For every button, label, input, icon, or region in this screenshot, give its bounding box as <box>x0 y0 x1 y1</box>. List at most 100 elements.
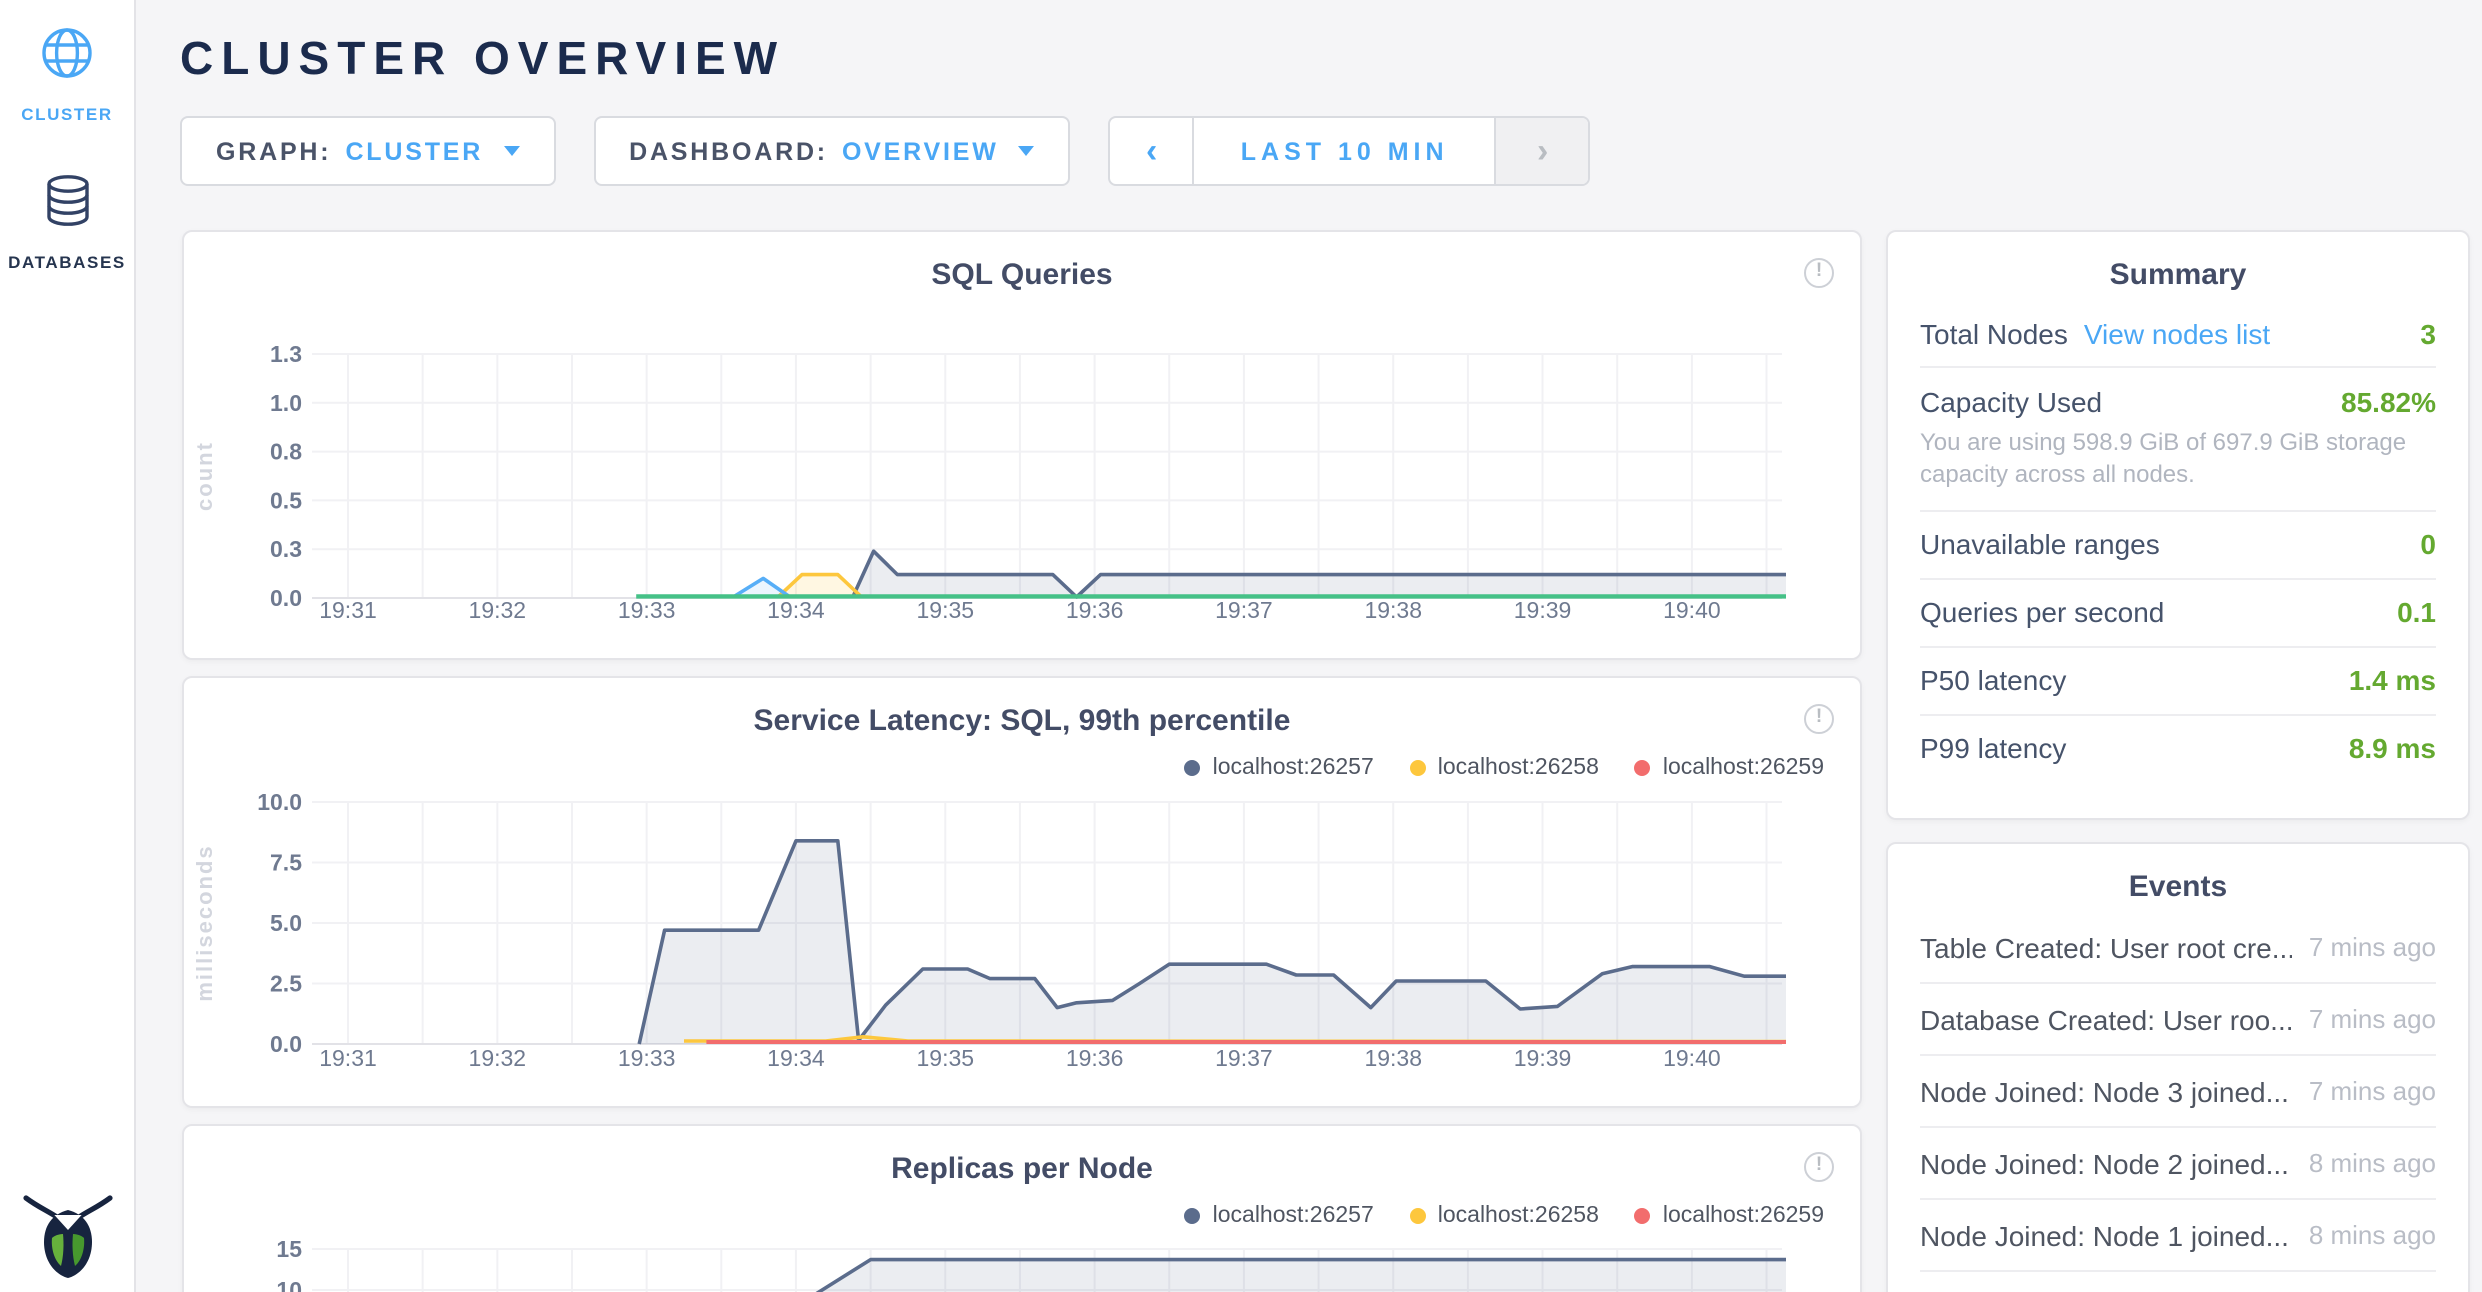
legend-dot-icon <box>1635 760 1651 776</box>
database-icon <box>41 174 93 238</box>
svg-text:19:35: 19:35 <box>916 597 974 623</box>
summary-panel: Summary Total Nodes View nodes list 3 Ca… <box>1886 230 2470 820</box>
svg-text:0.3: 0.3 <box>270 536 302 562</box>
events-title: Events <box>1888 870 2468 904</box>
chevron-down-icon <box>1019 146 1035 156</box>
time-window-range-button[interactable]: LAST 10 MIN <box>1193 118 1497 184</box>
svg-text:19:34: 19:34 <box>767 597 825 623</box>
event-row[interactable]: Node Joined: Node 1 joined... 8 mins ago <box>1920 1200 2436 1272</box>
event-text: Node Joined: Node 3 joined... <box>1920 1075 2289 1107</box>
replicas-per-node-chart: 151019:3119:3219:3319:3419:3519:3619:371… <box>184 1234 1864 1292</box>
sidebar-item-databases[interactable]: DATABASES <box>0 174 134 272</box>
events-body: Table Created: User root cre... 7 mins a… <box>1888 912 2468 1272</box>
svg-text:0.8: 0.8 <box>270 439 302 465</box>
page-title: CLUSTER OVERVIEW <box>180 32 785 86</box>
summary-row-queries-per-second: Queries per second 0.1 <box>1920 578 2436 646</box>
event-row[interactable]: Node Joined: Node 3 joined... 7 mins ago <box>1920 1056 2436 1128</box>
summary-row-label: Capacity Used <box>1920 385 2102 417</box>
svg-text:19:34: 19:34 <box>767 1045 825 1071</box>
svg-text:19:31: 19:31 <box>319 597 377 623</box>
event-row[interactable]: Database Created: User roo... 7 mins ago <box>1920 984 2436 1056</box>
svg-text:0.0: 0.0 <box>270 1031 302 1057</box>
chevron-right-icon: › <box>1537 131 1548 171</box>
info-icon[interactable]: ! <box>1804 258 1834 288</box>
svg-text:10.0: 10.0 <box>257 789 302 815</box>
event-row[interactable]: Node Joined: Node 2 joined... 8 mins ago <box>1920 1128 2436 1200</box>
summary-row-total-nodes: Total Nodes View nodes list 3 <box>1920 300 2436 366</box>
summary-row-value: 8.9 ms <box>2349 733 2436 765</box>
svg-text:19:37: 19:37 <box>1215 1045 1273 1071</box>
dashboard-dropdown[interactable]: DASHBOARD: OVERVIEW <box>593 116 1071 186</box>
svg-text:19:36: 19:36 <box>1066 597 1124 623</box>
svg-text:19:37: 19:37 <box>1215 597 1273 623</box>
summary-row-p99-latency: P99 latency 8.9 ms <box>1920 714 2436 782</box>
view-nodes-list-link[interactable]: View nodes list <box>2084 317 2270 349</box>
legend-label: localhost:26257 <box>1213 756 1374 780</box>
summary-row-label: Total Nodes View nodes list <box>1920 317 2270 349</box>
svg-text:19:32: 19:32 <box>469 1045 527 1071</box>
summary-label-text: Total Nodes <box>1920 317 2068 349</box>
time-window-prev-button[interactable]: ‹ <box>1111 118 1193 184</box>
sidebar-item-label: CLUSTER <box>21 104 113 124</box>
sidebar-item-label: DATABASES <box>8 252 126 272</box>
legend-label: localhost:26259 <box>1663 756 1824 780</box>
sql-queries-chart: 0.00.30.50.81.01.319:3119:3219:3319:3419… <box>184 286 1864 662</box>
summary-body: Total Nodes View nodes list 3 Capacity U… <box>1888 300 2468 782</box>
info-icon[interactable]: ! <box>1804 704 1834 734</box>
info-icon[interactable]: ! <box>1804 1152 1834 1182</box>
sidebar-item-cluster[interactable]: CLUSTER <box>0 26 134 124</box>
summary-row-value: 0.1 <box>2397 597 2436 629</box>
events-panel: Events Table Created: User root cre... 7… <box>1886 842 2470 1292</box>
svg-text:19:39: 19:39 <box>1514 597 1572 623</box>
service-latency-chart: 0.02.55.07.510.019:3119:3219:3319:3419:3… <box>184 786 1864 1110</box>
graph-dropdown-value: CLUSTER <box>345 137 483 165</box>
svg-text:0.5: 0.5 <box>270 487 302 513</box>
legend-item: localhost:26259 <box>1635 756 1824 780</box>
summary-row-value: 3 <box>2420 317 2436 349</box>
chevron-down-icon <box>503 146 519 156</box>
event-text: Table Created: User root cre... <box>1920 931 2293 963</box>
summary-row-unavailable-ranges: Unavailable ranges 0 <box>1920 510 2436 578</box>
event-timestamp: 8 mins ago <box>2309 1148 2436 1178</box>
event-timestamp: 7 mins ago <box>2309 1076 2436 1106</box>
event-timestamp: 7 mins ago <box>2309 932 2436 962</box>
svg-text:19:38: 19:38 <box>1364 1045 1422 1071</box>
summary-row-p50-latency: P50 latency 1.4 ms <box>1920 646 2436 714</box>
app-viewport: CLUSTER DATABASES C <box>0 0 2482 1292</box>
legend-item: localhost:26257 <box>1185 1204 1374 1228</box>
time-window-range-label: LAST 10 MIN <box>1241 137 1449 165</box>
main-content: CLUSTER OVERVIEW GRAPH: CLUSTER DASHBOAR… <box>136 0 2482 1292</box>
legend-item: localhost:26258 <box>1410 756 1599 780</box>
chevron-left-icon: ‹ <box>1146 131 1157 171</box>
chart-card-sql-queries: SQL Queries ! 0.00.30.50.81.01.319:3119:… <box>182 230 1862 660</box>
svg-text:19:33: 19:33 <box>618 1045 676 1071</box>
svg-text:7.5: 7.5 <box>270 850 302 876</box>
time-window-next-button[interactable]: › <box>1497 118 1589 184</box>
event-text: Node Joined: Node 2 joined... <box>1920 1147 2289 1179</box>
summary-row-label: P99 latency <box>1920 733 2066 765</box>
legend-item: localhost:26257 <box>1185 756 1374 780</box>
svg-text:19:38: 19:38 <box>1364 597 1422 623</box>
svg-text:5.0: 5.0 <box>270 910 302 936</box>
summary-row-value: 0 <box>2420 529 2436 561</box>
legend-label: localhost:26258 <box>1438 756 1599 780</box>
svg-text:milliseconds: milliseconds <box>192 844 217 1001</box>
svg-text:19:31: 19:31 <box>319 1045 377 1071</box>
graph-dropdown[interactable]: GRAPH: CLUSTER <box>180 116 555 186</box>
legend-label: localhost:26258 <box>1438 1204 1599 1228</box>
summary-row-capacity-used: Capacity Used 85.82% You are using 598.9… <box>1920 366 2436 510</box>
summary-row-label: Unavailable ranges <box>1920 529 2160 561</box>
svg-text:count: count <box>192 441 217 511</box>
event-timestamp: 8 mins ago <box>2309 1220 2436 1250</box>
legend-label: localhost:26257 <box>1213 1204 1374 1228</box>
summary-row-label: Queries per second <box>1920 597 2164 629</box>
svg-text:19:33: 19:33 <box>618 597 676 623</box>
event-row[interactable]: Table Created: User root cre... 7 mins a… <box>1920 912 2436 984</box>
capacity-used-subtext: You are using 598.9 GiB of 697.9 GiB sto… <box>1920 425 2436 490</box>
legend-label: localhost:26259 <box>1663 1204 1824 1228</box>
dashboard-dropdown-label: DASHBOARD: <box>629 137 828 165</box>
event-timestamp: 7 mins ago <box>2309 1004 2436 1034</box>
svg-text:19:39: 19:39 <box>1514 1045 1572 1071</box>
svg-text:1.3: 1.3 <box>270 341 302 367</box>
legend-dot-icon <box>1635 1208 1651 1224</box>
